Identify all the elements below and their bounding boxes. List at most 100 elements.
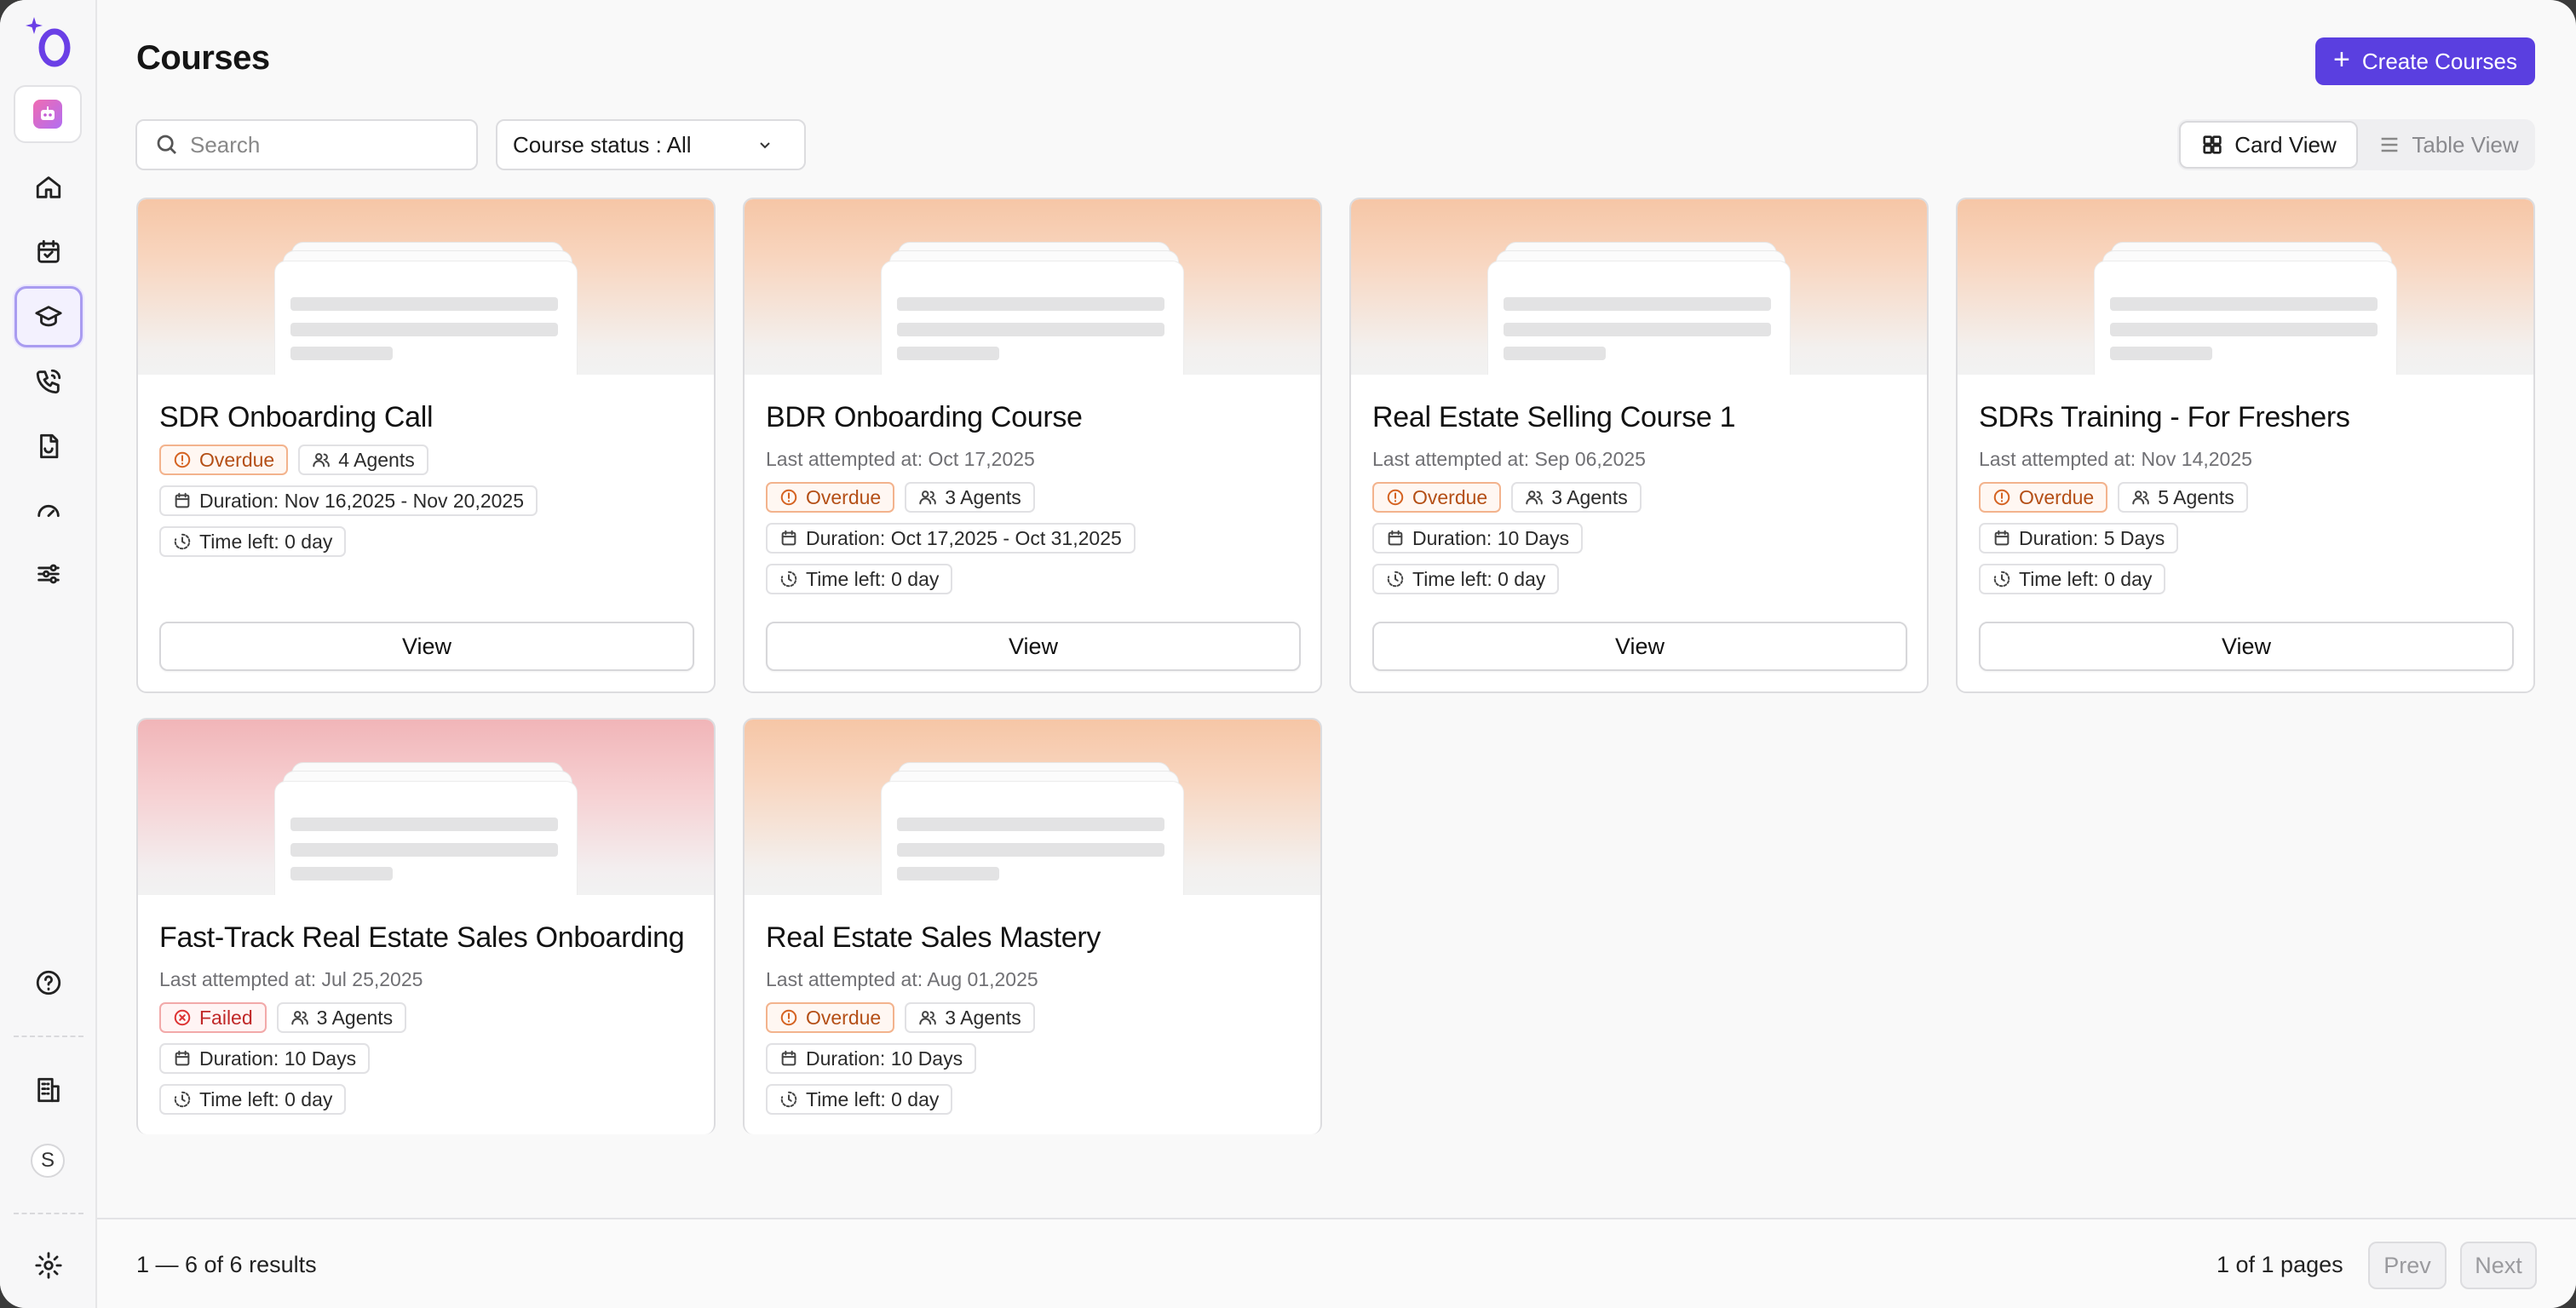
next-button[interactable]: Next xyxy=(2460,1242,2537,1289)
course-status-select[interactable]: Course status : All xyxy=(496,119,806,170)
thumbnail-line xyxy=(897,867,999,881)
thumbnail-document xyxy=(2094,261,2397,375)
calendar-icon[interactable] xyxy=(14,221,83,283)
duration-row: Duration: 10 Days xyxy=(766,1043,1299,1074)
thumbnail-document xyxy=(1487,261,1791,375)
view-course-button[interactable]: View xyxy=(159,622,694,671)
status-text: Overdue xyxy=(2019,485,2095,508)
duration-badge: Duration: Oct 17,2025 - Oct 31,2025 xyxy=(766,523,1136,554)
course-card-body: Real Estate Sales Mastery Last attempted … xyxy=(745,895,1320,1115)
status-text: Overdue xyxy=(1412,485,1488,508)
status-chips: Overdue 3 Agents xyxy=(766,1002,1299,1033)
duration-badge: Duration: 10 Days xyxy=(159,1043,371,1074)
create-courses-label: Create Courses xyxy=(2361,48,2517,74)
agents-badge: 3 Agents xyxy=(905,1002,1035,1033)
plus-icon: + xyxy=(2333,43,2350,76)
agents-badge: 3 Agents xyxy=(276,1002,407,1033)
last-attempted: Last attempted at: Oct 17,2025 xyxy=(766,448,1035,470)
thumbnail-document xyxy=(274,261,578,375)
duration-row: Duration: Nov 16,2025 - Nov 20,2025 xyxy=(159,485,693,516)
calendar-icon xyxy=(1994,530,2010,546)
duration-badge: Duration: 10 Days xyxy=(1372,523,1584,554)
course-thumbnail xyxy=(138,199,714,375)
calendar-icon xyxy=(781,1050,796,1066)
search-box[interactable] xyxy=(135,119,478,170)
duration-text: Duration: 10 Days xyxy=(199,1047,357,1070)
clock-icon xyxy=(1387,571,1404,588)
building-icon[interactable] xyxy=(14,1059,83,1121)
page-title: Courses xyxy=(136,39,270,77)
time-left-badge: Time left: 0 day xyxy=(766,1084,953,1115)
workspace-avatar[interactable] xyxy=(14,85,82,143)
agents-count: 4 Agents xyxy=(338,448,415,471)
status-chips: Failed 3 Agents xyxy=(159,1002,693,1033)
thumbnail-line xyxy=(897,347,999,360)
course-thumbnail xyxy=(745,199,1320,375)
duration-badge: Duration: 10 Days xyxy=(766,1043,977,1074)
users-icon xyxy=(919,490,937,505)
duration-row: Duration: 10 Days xyxy=(159,1043,693,1074)
course-thumbnail xyxy=(138,720,714,895)
brand-logo-icon[interactable] xyxy=(24,15,75,68)
sidebar-divider xyxy=(14,1036,83,1037)
time-left-badge: Time left: 0 day xyxy=(1372,564,1560,594)
help-icon[interactable] xyxy=(14,952,83,1013)
alert-circle-icon xyxy=(1993,489,2010,506)
time-left-text: Time left: 0 day xyxy=(199,530,333,553)
thumbnail-line xyxy=(290,347,393,360)
thumbnail-line xyxy=(290,297,558,311)
duration-text: Duration: 10 Days xyxy=(806,1047,963,1070)
status-badge: Failed xyxy=(159,1002,267,1033)
courses-icon[interactable] xyxy=(14,286,83,347)
sliders-icon[interactable] xyxy=(14,543,83,605)
create-courses-button[interactable]: + Create Courses xyxy=(2315,37,2535,85)
status-text: Overdue xyxy=(199,448,275,471)
course-thumbnail xyxy=(1351,199,1927,375)
thumbnail-line xyxy=(897,323,1164,336)
document-icon[interactable] xyxy=(14,416,83,477)
speedometer-icon[interactable] xyxy=(14,480,83,542)
time-left-row: Time left: 0 day xyxy=(159,1084,693,1115)
course-card-body: SDR Onboarding Call Overdue 4 Agents Durati… xyxy=(138,375,714,557)
agents-badge: 3 Agents xyxy=(905,482,1035,513)
view-course-button[interactable]: View xyxy=(1979,622,2514,671)
user-avatar[interactable]: S xyxy=(31,1144,65,1178)
phone-call-icon[interactable] xyxy=(14,351,83,412)
page-count: 1 of 1 pages xyxy=(2217,1252,2343,1277)
table-view-button[interactable]: Table View xyxy=(2365,121,2532,169)
status-badge: Overdue xyxy=(1979,482,2108,513)
course-card: Fast-Track Real Estate Sales Onboarding L… xyxy=(136,718,716,1134)
thumbnail-line xyxy=(2110,297,2378,311)
clock-icon xyxy=(174,1091,191,1108)
gear-icon[interactable] xyxy=(14,1235,83,1296)
thumbnail-document xyxy=(881,261,1184,375)
thumbnail-line xyxy=(1504,347,1606,360)
card-view-button[interactable]: Card View xyxy=(2179,121,2358,169)
list-icon xyxy=(2382,137,2398,152)
search-input[interactable] xyxy=(190,131,463,158)
time-left-row: Time left: 0 day xyxy=(159,526,693,557)
sidebar-divider xyxy=(14,1213,83,1214)
time-left-row: Time left: 0 day xyxy=(1979,564,2512,594)
course-card: Real Estate Selling Course 1 Last attempt… xyxy=(1349,198,1929,693)
calendar-icon xyxy=(781,530,796,546)
results-count: 1 — 6 of 6 results xyxy=(136,1252,317,1277)
last-attempted: Last attempted at: Aug 01,2025 xyxy=(766,968,1038,990)
duration-text: Duration: Oct 17,2025 - Oct 31,2025 xyxy=(806,526,1122,549)
time-left-row: Time left: 0 day xyxy=(766,564,1299,594)
time-left-text: Time left: 0 day xyxy=(199,1087,333,1110)
calendar-icon xyxy=(175,492,190,508)
view-course-button[interactable]: View xyxy=(766,622,1301,671)
home-icon[interactable] xyxy=(14,157,83,218)
time-left-row: Time left: 0 day xyxy=(1372,564,1906,594)
agents-badge: 3 Agents xyxy=(1511,482,1642,513)
agents-count: 3 Agents xyxy=(945,485,1021,508)
course-title: Real Estate Sales Mastery xyxy=(766,921,1101,954)
thumbnail-line xyxy=(2110,323,2378,336)
duration-row: Duration: Oct 17,2025 - Oct 31,2025 xyxy=(766,523,1299,554)
prev-button[interactable]: Prev xyxy=(2368,1242,2447,1289)
clock-icon xyxy=(174,533,191,550)
alert-circle-icon xyxy=(1387,489,1404,506)
calendar-icon xyxy=(1388,530,1403,546)
view-course-button[interactable]: View xyxy=(1372,622,1907,671)
